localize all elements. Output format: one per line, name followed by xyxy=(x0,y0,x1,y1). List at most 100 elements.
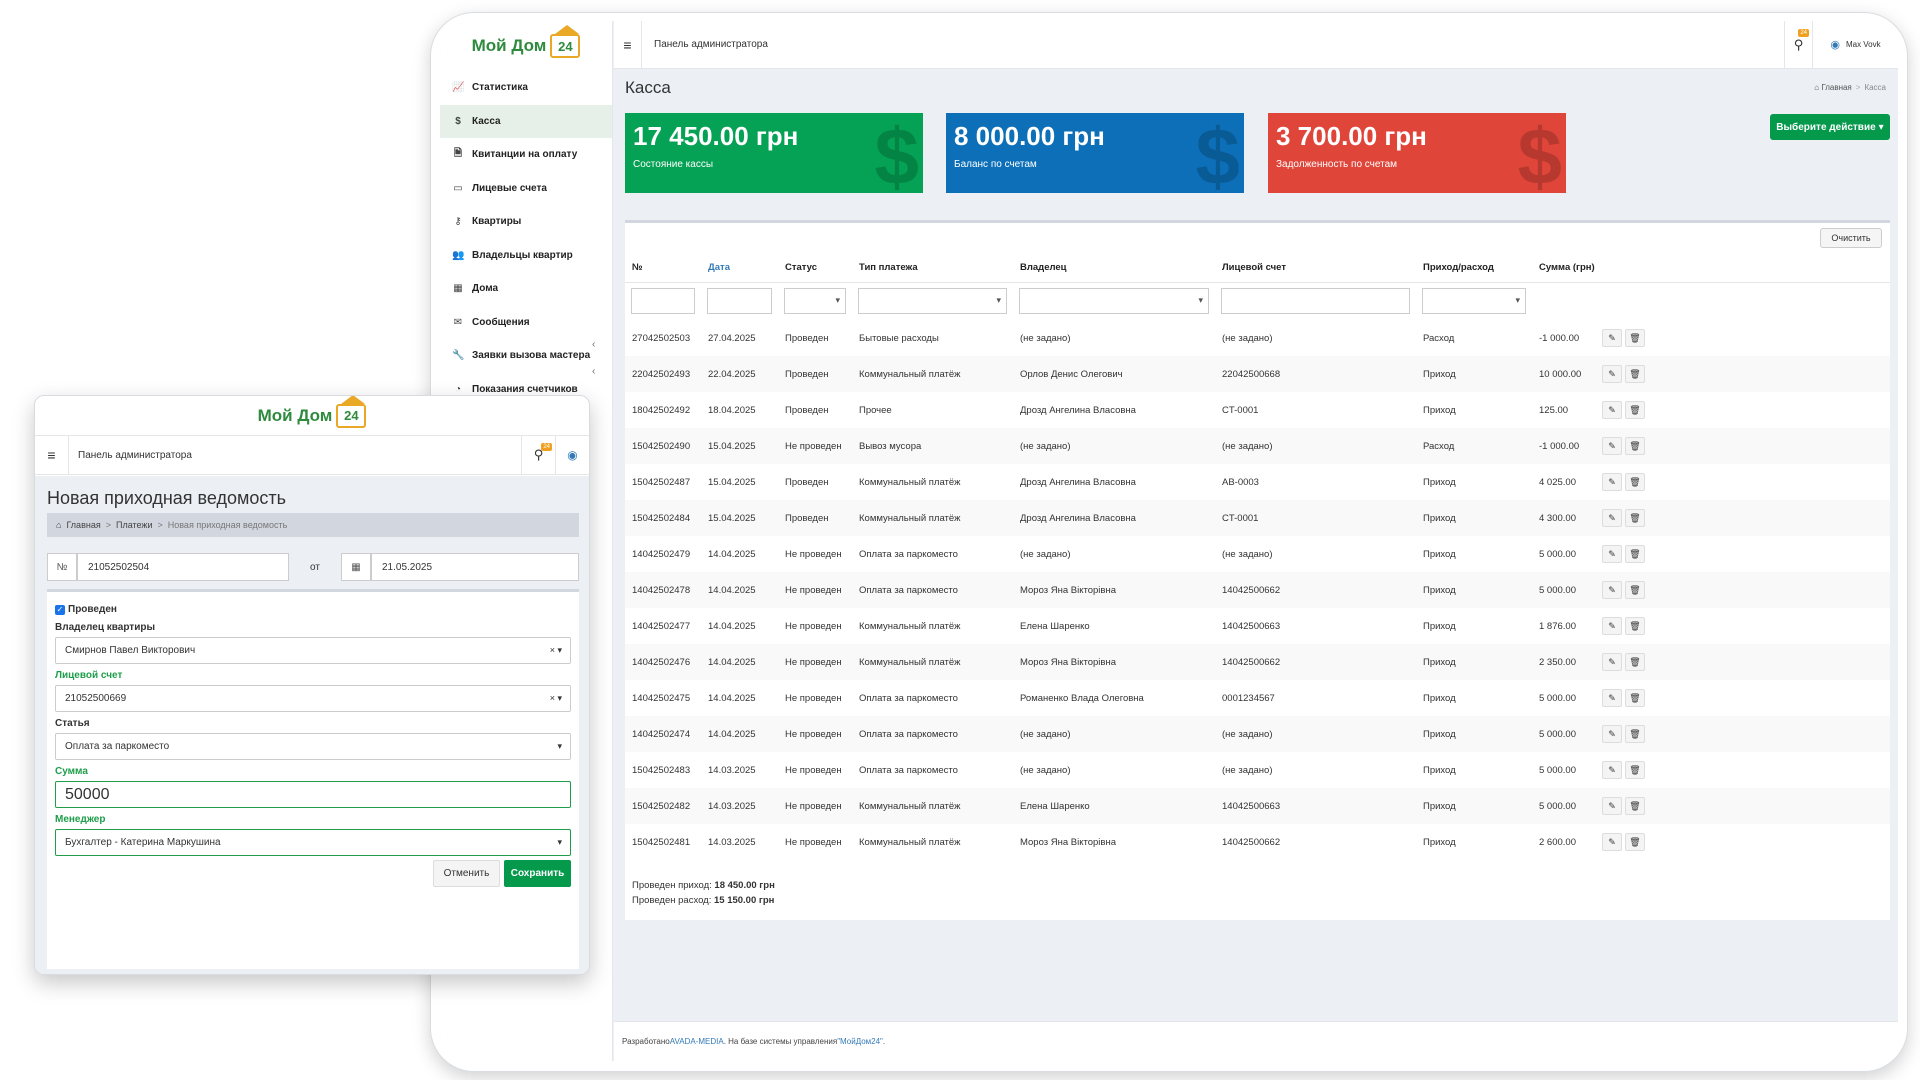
sidebar-item[interactable]: ⚷ Квартиры xyxy=(440,205,612,239)
edit-icon[interactable]: ✎ xyxy=(1602,581,1622,599)
column-direction[interactable]: Приход/расход xyxy=(1416,254,1532,283)
trash-icon[interactable]: 🗑 xyxy=(1625,401,1645,419)
trash-icon[interactable]: 🗑 xyxy=(1625,761,1645,779)
breadcrumb-home[interactable]: Главная xyxy=(1821,83,1851,92)
user-menu[interactable]: ◉ Max Vovk xyxy=(1812,21,1898,69)
column-number[interactable]: № xyxy=(625,254,701,283)
brand-logo[interactable]: Мой Дом 24 xyxy=(35,396,589,435)
table-row[interactable]: 15042502483 14.03.2025 Не проведен Оплата з… xyxy=(625,752,1890,788)
trash-icon[interactable]: 🗑 xyxy=(1625,833,1645,851)
filter-payment-type-select[interactable] xyxy=(858,288,1007,315)
table-row[interactable]: 27042502503 27.04.2025 Проведен Бытовые рас… xyxy=(625,320,1890,356)
column-account[interactable]: Лицевой счет xyxy=(1215,254,1416,283)
trash-icon[interactable]: 🗑 xyxy=(1625,437,1645,455)
edit-icon[interactable]: ✎ xyxy=(1602,437,1622,455)
column-payment-type[interactable]: Тип платежа xyxy=(852,254,1013,283)
owner-select[interactable]: Смирнов Павел Викторович × ▾ xyxy=(55,637,571,664)
edit-icon[interactable]: ✎ xyxy=(1602,329,1622,347)
user-icon[interactable]: ◉ xyxy=(555,435,589,475)
trash-icon[interactable]: 🗑 xyxy=(1625,725,1645,743)
hamburger-menu-icon[interactable]: ≡ xyxy=(614,21,642,69)
posted-checkbox[interactable]: ✓ Проведен xyxy=(55,604,117,615)
caret-down-icon[interactable]: ▾ xyxy=(557,837,562,848)
account-select[interactable]: 21052500669 × ▾ xyxy=(55,685,571,712)
edit-icon[interactable]: ✎ xyxy=(1602,365,1622,383)
sidebar-item[interactable]: ▭ Лицевые счета xyxy=(440,172,612,206)
sidebar-item[interactable]: 🔧 Заявки вызова мастера xyxy=(440,339,612,373)
column-date[interactable]: Дата xyxy=(701,254,778,283)
trash-icon[interactable]: 🗑 xyxy=(1625,329,1645,347)
filter-owner-select[interactable] xyxy=(1019,288,1209,315)
filter-account-input[interactable] xyxy=(1221,288,1410,315)
footer-product-link[interactable]: "МойДом24" xyxy=(837,1037,883,1046)
choose-action-dropdown[interactable]: Выберите действие ▾ xyxy=(1770,114,1890,140)
number-input[interactable]: 21052502504 xyxy=(77,553,289,581)
cancel-button[interactable]: Отменить xyxy=(433,860,500,887)
sidebar-item[interactable]: ▦ Дома xyxy=(440,272,612,306)
edit-icon[interactable]: ✎ xyxy=(1602,761,1622,779)
date-input[interactable]: 21.05.2025 xyxy=(371,553,579,581)
table-row[interactable]: 22042502493 22.04.2025 Проведен Коммунальны… xyxy=(625,356,1890,392)
edit-icon[interactable]: ✎ xyxy=(1602,797,1622,815)
table-row[interactable]: 15042502484 15.04.2025 Проведен Коммунальны… xyxy=(625,500,1890,536)
table-row[interactable]: 18042502492 18.04.2025 Проведен Прочее Дрозд… xyxy=(625,392,1890,428)
table-row[interactable]: 14042502477 14.04.2025 Не проведен Коммунал… xyxy=(625,608,1890,644)
trash-icon[interactable]: 🗑 xyxy=(1625,617,1645,635)
trash-icon[interactable]: 🗑 xyxy=(1625,365,1645,383)
table-row[interactable]: 15042502487 15.04.2025 Проведен Коммунальны… xyxy=(625,464,1890,500)
breadcrumb-payments[interactable]: Платежи xyxy=(116,520,153,530)
caret-down-icon[interactable]: ▾ xyxy=(557,741,562,752)
table-row[interactable]: 14042502475 14.04.2025 Не проведен Оплата з… xyxy=(625,680,1890,716)
trash-icon[interactable]: 🗑 xyxy=(1625,545,1645,563)
sidebar-item[interactable]: ✉ Сообщения xyxy=(440,306,612,340)
manager-select[interactable]: Бухгалтер - Катерина Маркушина ▾ xyxy=(55,829,571,856)
sidebar-item[interactable]: 📈 Статистика xyxy=(440,71,612,105)
edit-icon[interactable]: ✎ xyxy=(1602,833,1622,851)
table-row[interactable]: 14042502479 14.04.2025 Не проведен Оплата з… xyxy=(625,536,1890,572)
calendar-icon[interactable]: ▦ xyxy=(341,553,371,581)
table-row[interactable]: 14042502474 14.04.2025 Не проведен Оплата з… xyxy=(625,716,1890,752)
footer-company-link[interactable]: AVADA-MEDIA xyxy=(670,1037,724,1046)
filter-number-input[interactable] xyxy=(631,288,695,315)
trash-icon[interactable]: 🗑 xyxy=(1625,689,1645,707)
table-row[interactable]: 14042502476 14.04.2025 Не проведен Коммунал… xyxy=(625,644,1890,680)
collapse-left-icon[interactable]: ‹ xyxy=(592,339,595,350)
trash-icon[interactable]: 🗑 xyxy=(1625,509,1645,527)
checkbox-checked-icon[interactable]: ✓ xyxy=(55,604,65,615)
column-status[interactable]: Статус xyxy=(778,254,852,283)
article-select[interactable]: Оплата за паркоместо ▾ xyxy=(55,733,571,760)
edit-icon[interactable]: ✎ xyxy=(1602,653,1622,671)
notifications-icon[interactable]: ⚲ 24 xyxy=(1784,21,1812,69)
brand-logo[interactable]: Мой Дом 24 xyxy=(440,21,612,71)
collapse-left-icon-2[interactable]: ‹ xyxy=(592,366,595,377)
hamburger-menu-icon[interactable]: ≡ xyxy=(35,435,69,475)
trash-icon[interactable]: 🗑 xyxy=(1625,653,1645,671)
clear-and-caret-icon[interactable]: × ▾ xyxy=(550,645,562,656)
edit-icon[interactable]: ✎ xyxy=(1602,617,1622,635)
filter-status-select[interactable] xyxy=(784,288,846,315)
save-button[interactable]: Сохранить xyxy=(504,860,571,887)
filter-date-input[interactable] xyxy=(707,288,772,315)
edit-icon[interactable]: ✎ xyxy=(1602,725,1622,743)
breadcrumb-home[interactable]: Главная xyxy=(66,520,100,530)
sidebar-item[interactable]: 🗎 Квитанции на оплату xyxy=(440,138,612,172)
table-row[interactable]: 15042502481 14.03.2025 Не проведен Коммунал… xyxy=(625,824,1890,860)
column-owner[interactable]: Владелец xyxy=(1013,254,1215,283)
filter-direction-select[interactable] xyxy=(1422,288,1526,315)
trash-icon[interactable]: 🗑 xyxy=(1625,581,1645,599)
clear-and-caret-icon[interactable]: × ▾ xyxy=(550,693,562,704)
sidebar-item[interactable]: $ Касса xyxy=(440,104,612,138)
trash-icon[interactable]: 🗑 xyxy=(1625,797,1645,815)
edit-icon[interactable]: ✎ xyxy=(1602,545,1622,563)
table-row[interactable]: 15042502490 15.04.2025 Не проведен Вывоз му… xyxy=(625,428,1890,464)
notifications-icon[interactable]: ⚲ 24 xyxy=(521,435,555,475)
table-row[interactable]: 15042502482 14.03.2025 Не проведен Коммунал… xyxy=(625,788,1890,824)
amount-input[interactable]: 50000 xyxy=(55,781,571,808)
column-amount[interactable]: Сумма (грн) xyxy=(1532,254,1595,283)
edit-icon[interactable]: ✎ xyxy=(1602,689,1622,707)
table-row[interactable]: 14042502478 14.04.2025 Не проведен Оплата з… xyxy=(625,572,1890,608)
edit-icon[interactable]: ✎ xyxy=(1602,473,1622,491)
sidebar-item[interactable]: 👥 Владельцы квартир xyxy=(440,239,612,273)
clear-filters-button[interactable]: Очистить xyxy=(1820,228,1882,248)
trash-icon[interactable]: 🗑 xyxy=(1625,473,1645,491)
